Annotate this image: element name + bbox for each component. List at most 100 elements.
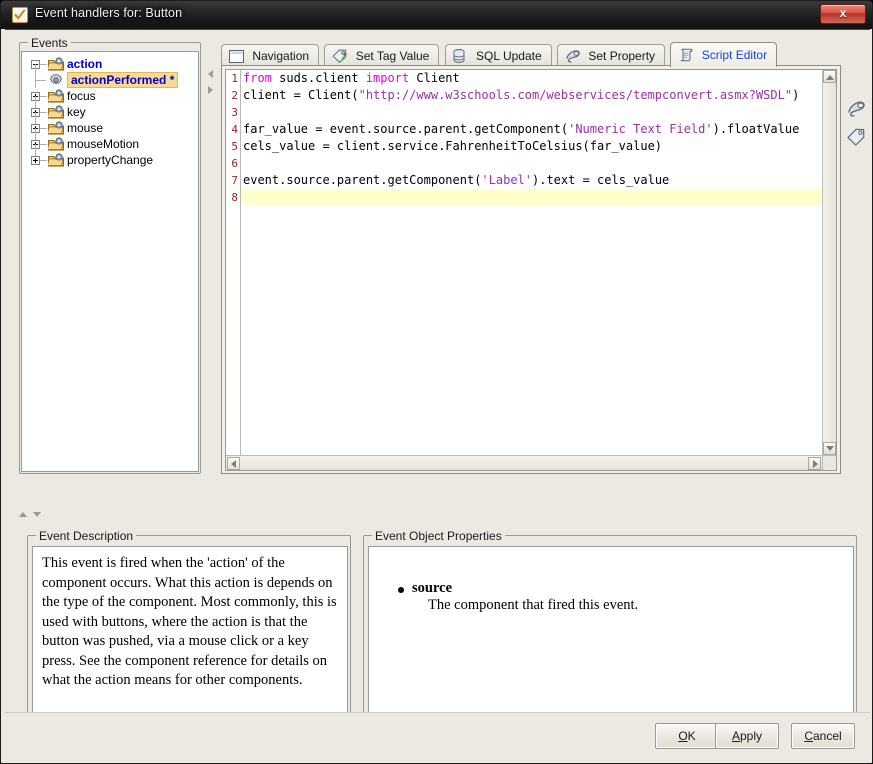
line-number: 1: [231, 72, 238, 85]
tab-script-editor[interactable]: Script Editor: [670, 42, 778, 67]
checkmark-icon: [12, 7, 28, 23]
scroll-down-button[interactable]: [823, 442, 836, 455]
code-line: cels_value = client.service.FahrenheitTo…: [243, 139, 663, 153]
code-keyword: import: [365, 71, 410, 85]
tab-navigation[interactable]: Navigation: [221, 44, 320, 67]
horizontal-split-divider[interactable]: [13, 508, 863, 520]
tree-item-focus[interactable]: focus: [22, 80, 198, 104]
tree-item-mouse[interactable]: mouse: [22, 112, 198, 136]
tree-item-label: propertyChange: [67, 153, 154, 167]
code-editor[interactable]: 1 2 3 4 5 6 7 8 from suds.client import …: [225, 69, 837, 471]
line-number: 5: [231, 140, 238, 153]
line-number: 2: [231, 89, 238, 102]
tab-content-script-editor: 1 2 3 4 5 6 7 8 from suds.client import …: [221, 65, 841, 474]
event-description-box: This event is fired when the 'action' of…: [32, 546, 348, 728]
property-list: source The component that fired this eve…: [378, 580, 844, 614]
tree-item-label: key: [67, 105, 86, 119]
scroll-left-button[interactable]: [227, 457, 240, 470]
editor-horizontal-scrollbar[interactable]: [226, 455, 822, 470]
event-description-text: This event is fired when the 'action' of…: [42, 555, 337, 688]
collapse-up-icon[interactable]: [19, 512, 27, 517]
event-object-properties-title: Event Object Properties: [372, 529, 505, 543]
property-name: source: [412, 580, 453, 596]
tree-item-label: mouseMotion: [67, 137, 140, 151]
events-tree[interactable]: action actionPerformed * focus key mouse…: [21, 51, 199, 472]
dialog-client-area: Events action actionPerformed * focus ke…: [5, 29, 870, 761]
editor-side-rail: [843, 42, 869, 474]
tab-label: SQL Update: [476, 49, 542, 63]
cancel-button[interactable]: Cancel: [791, 723, 855, 749]
event-description-title: Event Description: [36, 529, 137, 543]
apply-button[interactable]: Apply: [715, 723, 779, 749]
scroll-up-button[interactable]: [823, 70, 836, 83]
expand-handle-icon[interactable]: [31, 156, 40, 165]
code-line-current: [241, 189, 822, 206]
tab-label: Set Property: [588, 49, 656, 63]
bullet-icon: [398, 587, 404, 593]
apply-label: pply: [740, 729, 763, 743]
tab-sql-update[interactable]: SQL Update: [444, 44, 552, 67]
tab-strip: Navigation Set Tag Value SQL Update Set …: [221, 42, 779, 67]
list-item: source The component that fired this eve…: [398, 580, 844, 614]
folder-icon: [46, 121, 64, 135]
action-tabs-panel: Navigation Set Tag Value SQL Update Set …: [221, 42, 841, 474]
tab-label: Set Tag Value: [355, 49, 430, 63]
tree-item-propertyChange[interactable]: propertyChange: [22, 144, 198, 168]
script-icon: [678, 46, 694, 62]
folder-icon: [46, 89, 64, 103]
folder-icon: [46, 57, 64, 71]
tree-item-label: action: [67, 57, 103, 71]
code-string: 'Numeric Text Field': [568, 122, 713, 136]
close-button[interactable]: x: [820, 4, 866, 24]
tree-item-label: mouse: [67, 121, 104, 135]
scroll-right-button[interactable]: [808, 457, 821, 470]
event-object-properties-box: source The component that fired this eve…: [368, 546, 854, 728]
tab-set-property[interactable]: Set Property: [557, 44, 666, 67]
code-text-area[interactable]: from suds.client import Client client = …: [241, 70, 822, 455]
property-icon[interactable]: [846, 99, 866, 119]
dialog-button-bar: OK Apply Cancel: [5, 712, 870, 761]
line-number: 6: [231, 157, 238, 170]
tree-item-label: actionPerformed *: [67, 72, 179, 88]
collapse-down-icon[interactable]: [33, 512, 41, 517]
cancel-mnemonic: C: [804, 729, 813, 743]
folder-icon: [46, 153, 64, 167]
tree-item-actionPerformed[interactable]: actionPerformed *: [22, 64, 198, 88]
line-number: 4: [231, 123, 238, 136]
apply-mnemonic: A: [731, 729, 740, 743]
editor-vertical-scrollbar[interactable]: [822, 70, 836, 455]
line-number: 8: [231, 191, 238, 204]
scrollbar-corner: [822, 455, 836, 470]
database-icon: [453, 48, 469, 63]
property-description: The component that fired this event.: [428, 597, 639, 613]
line-number: 7: [231, 174, 238, 187]
code-line: far_value = event.source.parent.getCompo…: [243, 122, 800, 136]
top-split-pane: Events action actionPerformed * focus ke…: [5, 30, 870, 488]
vertical-split-divider[interactable]: [206, 42, 216, 474]
window-icon: [229, 48, 245, 63]
tag-icon: [332, 48, 348, 63]
tab-label: Navigation: [252, 49, 310, 63]
ok-button[interactable]: OK: [655, 723, 719, 749]
ok-mnemonic: O: [678, 729, 688, 743]
cancel-label: ancel: [812, 729, 842, 743]
events-groupbox: Events action actionPerformed * focus ke…: [19, 36, 201, 474]
tab-set-tag-value[interactable]: Set Tag Value: [324, 44, 440, 67]
tag-icon[interactable]: [846, 127, 866, 147]
collapse-left-icon[interactable]: [208, 70, 213, 78]
close-icon: x: [839, 6, 847, 20]
ok-label: K: [687, 729, 696, 743]
tree-item-action[interactable]: action: [22, 56, 198, 72]
folder-icon: [46, 105, 64, 119]
line-number-gutter: 1 2 3 4 5 6 7 8: [226, 70, 241, 470]
property-icon: [565, 48, 581, 63]
tree-item-key[interactable]: key: [22, 96, 198, 120]
event-description-groupbox: Event Description This event is fired wh…: [27, 529, 351, 731]
code-string: 'Label': [481, 173, 532, 187]
line-number: 3: [231, 106, 238, 119]
collapse-right-icon[interactable]: [208, 86, 213, 94]
event-object-properties-groupbox: Event Object Properties source The compo…: [363, 529, 857, 731]
code-line: client = Client("http://www.w3schools.co…: [243, 88, 800, 102]
tree-item-mouseMotion[interactable]: mouseMotion: [22, 128, 198, 152]
